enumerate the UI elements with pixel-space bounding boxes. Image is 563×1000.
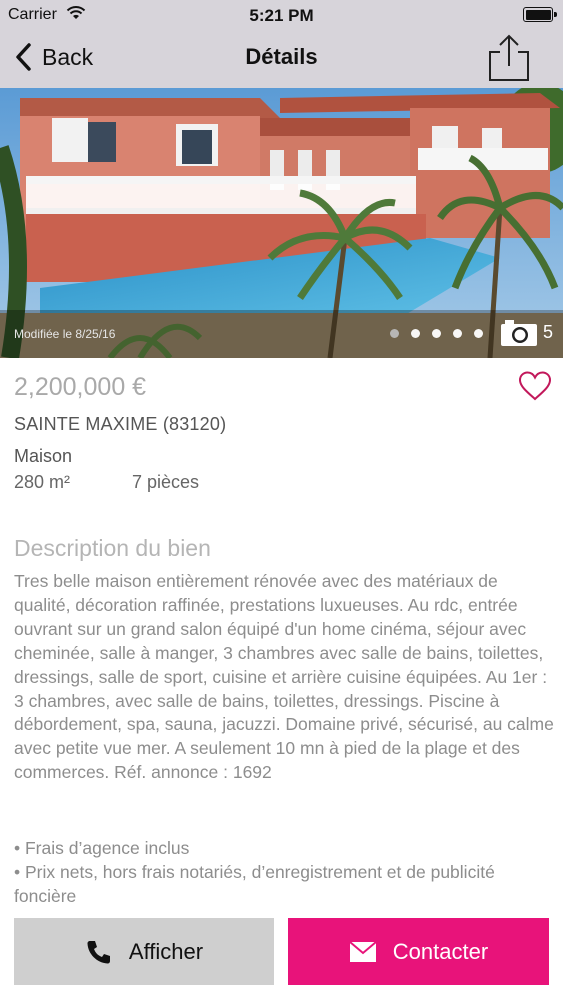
room-count: 7 pièces	[132, 472, 200, 492]
page-dot[interactable]	[432, 329, 441, 338]
page-indicator[interactable]	[390, 329, 483, 338]
page-dot[interactable]	[411, 329, 420, 338]
price: 2,200,000 €	[14, 373, 147, 401]
show-phone-button[interactable]: Afficher	[14, 918, 274, 985]
navigation-bar: Back Détails	[0, 30, 563, 88]
description-heading: Description du bien	[14, 535, 211, 561]
page-dot[interactable]	[474, 329, 483, 338]
page-dot[interactable]	[390, 329, 399, 338]
list-item: • Prix nets, hors frais notariés, d’enre…	[14, 862, 495, 906]
contact-label: Contacter	[392, 938, 489, 964]
fees-list: • Frais d’agence inclus • Prix nets, hor…	[14, 836, 554, 908]
surface-area: 280 m²	[14, 472, 71, 492]
list-item: • Frais d’agence inclus	[14, 838, 190, 858]
city-label: SAINTE MAXIME (83120)	[14, 414, 227, 434]
modified-date: Modifiée le 8/25/16	[14, 327, 116, 341]
battery-icon	[523, 7, 557, 22]
heart-outline-icon[interactable]	[518, 370, 552, 402]
back-button[interactable]: Back	[14, 40, 93, 74]
photo-count: 5	[543, 322, 554, 342]
status-time: 5:21 PM	[249, 6, 314, 25]
page-dot[interactable]	[453, 329, 462, 338]
header: Carrier 5:21 PM Back Détails	[0, 0, 563, 88]
envelope-icon	[349, 940, 377, 962]
back-label: Back	[42, 43, 94, 70]
property-type: Maison	[14, 446, 73, 466]
chevron-left-icon	[16, 43, 31, 71]
share-icon[interactable]	[485, 34, 533, 82]
photo-gallery[interactable]: Modifiée le 8/25/16 5	[0, 88, 563, 358]
contact-button[interactable]: Contacter	[288, 918, 549, 985]
status-bar: Carrier 5:21 PM	[0, 0, 563, 30]
camera-icon	[501, 320, 537, 346]
phone-icon	[87, 940, 110, 963]
description-text: Tres belle maison entièrement rénovée av…	[14, 571, 554, 783]
show-phone-label: Afficher	[128, 938, 204, 964]
